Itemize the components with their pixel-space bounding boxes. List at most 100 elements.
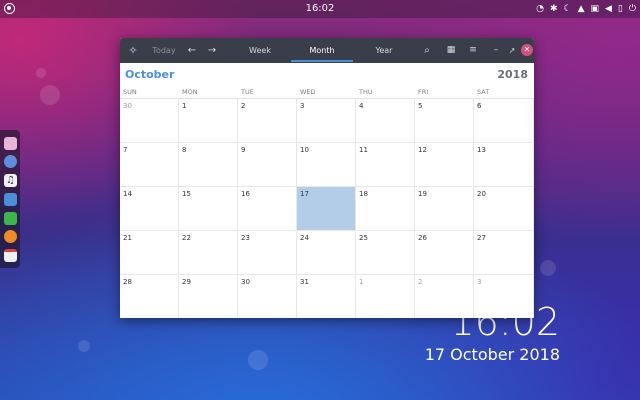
day-number: 8 <box>182 146 187 154</box>
wifi-icon[interactable]: ◔ <box>536 2 544 16</box>
day-cell[interactable]: 6 <box>474 99 534 143</box>
day-cell[interactable]: 3 <box>474 275 534 318</box>
search-icon[interactable]: ⌕ <box>420 38 434 63</box>
day-number: 13 <box>477 146 486 154</box>
day-number: 29 <box>182 278 191 286</box>
day-cell[interactable]: 14 <box>120 187 179 231</box>
day-cell[interactable]: 8 <box>179 143 238 187</box>
day-cell[interactable]: 9 <box>238 143 297 187</box>
day-number: 24 <box>300 234 309 242</box>
day-number: 30 <box>123 102 132 110</box>
day-number: 19 <box>418 190 427 198</box>
day-cell[interactable]: 27 <box>474 231 534 275</box>
day-number: 2 <box>418 278 423 286</box>
day-number: 27 <box>477 234 486 242</box>
day-cell[interactable]: 3 <box>297 99 356 143</box>
day-number: 15 <box>182 190 191 198</box>
day-cell[interactable]: 2 <box>238 99 297 143</box>
calendar-window: ✧ Today ← → Week Month Year ⌕ ▦ ≡ – ↗ ✕ … <box>120 38 534 318</box>
day-number: 1 <box>359 278 364 286</box>
day-cell[interactable]: 7 <box>120 143 179 187</box>
day-number: 9 <box>241 146 246 154</box>
wallpaper-bokeh <box>40 85 60 105</box>
day-cell[interactable]: 1 <box>356 275 415 318</box>
system-tray: ◔ ✱ ☾ ▲ ▣ ◀ ▯ ⏻ <box>536 2 636 16</box>
day-number: 6 <box>477 102 482 110</box>
day-cell[interactable]: 18 <box>356 187 415 231</box>
music-player-icon[interactable]: ♫ <box>4 174 17 187</box>
month-title: October <box>125 68 175 81</box>
bluetooth-icon[interactable]: ✱ <box>550 2 558 16</box>
day-cell[interactable]: 23 <box>238 231 297 275</box>
active-tab-indicator <box>291 60 353 62</box>
day-number: 3 <box>477 278 482 286</box>
night-mode-icon[interactable]: ☾ <box>563 2 571 16</box>
menu-icon[interactable]: ≡ <box>466 38 480 63</box>
day-cell[interactable]: 16 <box>238 187 297 231</box>
next-arrow-icon[interactable]: → <box>204 38 220 63</box>
minimize-icon[interactable]: – <box>490 38 502 63</box>
previous-arrow-icon[interactable]: ← <box>184 38 200 63</box>
day-cell[interactable]: 30 <box>238 275 297 318</box>
day-cell[interactable]: 11 <box>356 143 415 187</box>
camera-icon[interactable]: ▣ <box>590 2 599 16</box>
day-number: 21 <box>123 234 132 242</box>
day-cell-today[interactable]: 17 <box>297 187 356 231</box>
day-cell[interactable]: 12 <box>415 143 474 187</box>
day-number: 26 <box>418 234 427 242</box>
weekday-label: SAT <box>477 88 490 96</box>
day-cell[interactable]: 22 <box>179 231 238 275</box>
wallpaper-bokeh <box>78 340 90 352</box>
notifications-icon[interactable]: ▲ <box>578 2 585 16</box>
day-number: 28 <box>123 278 132 286</box>
tab-year[interactable]: Year <box>360 38 408 63</box>
close-button[interactable]: ✕ <box>521 44 533 56</box>
day-cell[interactable]: 10 <box>297 143 356 187</box>
day-cell[interactable]: 28 <box>120 275 179 318</box>
spreadsheet-icon[interactable] <box>4 212 17 225</box>
day-number: 30 <box>241 278 250 286</box>
day-number: 5 <box>418 102 423 110</box>
wallpaper-bokeh <box>36 68 46 78</box>
power-icon[interactable]: ⏻ <box>629 2 636 16</box>
day-number: 22 <box>182 234 191 242</box>
calendar-app-icon[interactable] <box>4 249 17 262</box>
applications-menu-icon[interactable] <box>4 3 15 14</box>
file-manager-icon[interactable] <box>4 193 17 206</box>
month-grid: 30 1 2 3 4 5 6 7 8 9 10 11 12 13 14 15 16 17 18 19 20 21 22 23 2… <box>120 98 534 318</box>
day-cell[interactable]: 1 <box>179 99 238 143</box>
web-browser-icon[interactable] <box>4 155 17 168</box>
day-number: 3 <box>300 102 305 110</box>
tab-week[interactable]: Week <box>238 38 282 63</box>
day-cell[interactable]: 29 <box>179 275 238 318</box>
day-cell[interactable]: 13 <box>474 143 534 187</box>
volume-icon[interactable]: ◀ <box>605 2 612 16</box>
day-number: 7 <box>123 146 128 154</box>
day-cell[interactable]: 26 <box>415 231 474 275</box>
day-cell[interactable]: 19 <box>415 187 474 231</box>
day-cell[interactable]: 24 <box>297 231 356 275</box>
day-number: 16 <box>241 190 250 198</box>
day-number: 11 <box>359 146 368 154</box>
day-number: 17 <box>300 190 309 198</box>
firefox-icon[interactable] <box>4 230 17 243</box>
files-app-icon[interactable] <box>4 137 17 150</box>
today-button[interactable]: Today <box>148 38 180 63</box>
top-panel: 16:02 ◔ ✱ ☾ ▲ ▣ ◀ ▯ ⏻ <box>0 0 640 18</box>
day-number: 12 <box>418 146 427 154</box>
day-cell[interactable]: 31 <box>297 275 356 318</box>
year-title: 2018 <box>497 68 528 81</box>
day-cell[interactable]: 15 <box>179 187 238 231</box>
panel-clock[interactable]: 16:02 <box>300 2 340 16</box>
battery-icon[interactable]: ▯ <box>618 2 623 16</box>
day-cell[interactable]: 5 <box>415 99 474 143</box>
weekday-label: TUE <box>241 88 254 96</box>
day-cell[interactable]: 30 <box>120 99 179 143</box>
day-cell[interactable]: 4 <box>356 99 415 143</box>
day-cell[interactable]: 21 <box>120 231 179 275</box>
day-cell[interactable]: 25 <box>356 231 415 275</box>
maximize-icon[interactable]: ↗ <box>506 38 518 63</box>
day-cell[interactable]: 20 <box>474 187 534 231</box>
calendar-view-icon[interactable]: ▦ <box>444 38 458 63</box>
day-cell[interactable]: 2 <box>415 275 474 318</box>
